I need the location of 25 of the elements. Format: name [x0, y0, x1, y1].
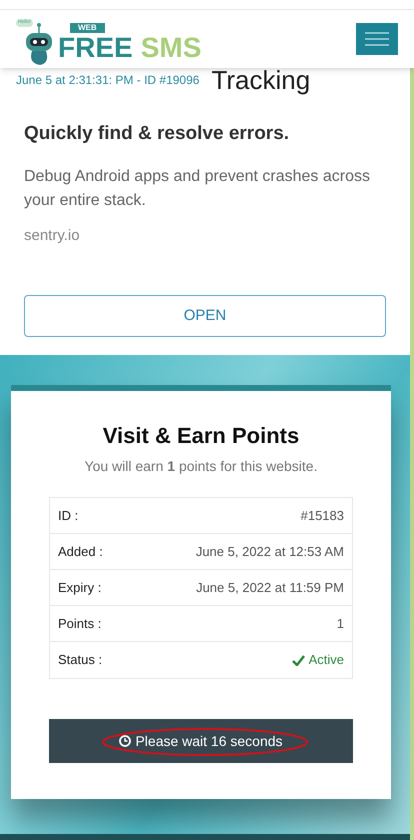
row-label: Expiry :	[58, 578, 102, 597]
logo-small-text: WEB	[70, 23, 105, 33]
row-value: June 5, 2022 at 11:59 PM	[196, 578, 344, 597]
ad-title: Tracking	[211, 65, 310, 95]
row-label: Added :	[58, 542, 103, 561]
row-label: Status :	[58, 651, 102, 670]
ad-subtitle: Quickly find & resolve errors.	[24, 122, 290, 146]
row-value: #15183	[300, 506, 344, 525]
menu-icon	[365, 32, 389, 46]
logo-text: FREE	[58, 33, 133, 63]
row-value: 1	[336, 614, 344, 633]
check-icon	[292, 654, 305, 666]
open-button[interactable]: OPEN	[24, 295, 386, 337]
row-label: Points :	[58, 614, 102, 633]
card-subtitle: You will earn 1 points for this website.	[84, 457, 318, 476]
row-value: June 5, 2022 at 12:53 AM	[196, 542, 344, 561]
ad-domain: sentry.io	[24, 226, 81, 246]
status-value: Active	[308, 651, 344, 670]
menu-button[interactable]	[356, 23, 398, 55]
logo-text: SMS	[140, 33, 202, 63]
row-label: ID :	[58, 506, 78, 525]
ad-description: Debug Android apps and prevent crashes across your entire stack.	[24, 166, 371, 210]
wait-button[interactable]: Please wait 16 seconds	[49, 719, 353, 763]
card-title: Visit & Earn Points	[102, 422, 300, 450]
clock-icon	[119, 735, 132, 747]
